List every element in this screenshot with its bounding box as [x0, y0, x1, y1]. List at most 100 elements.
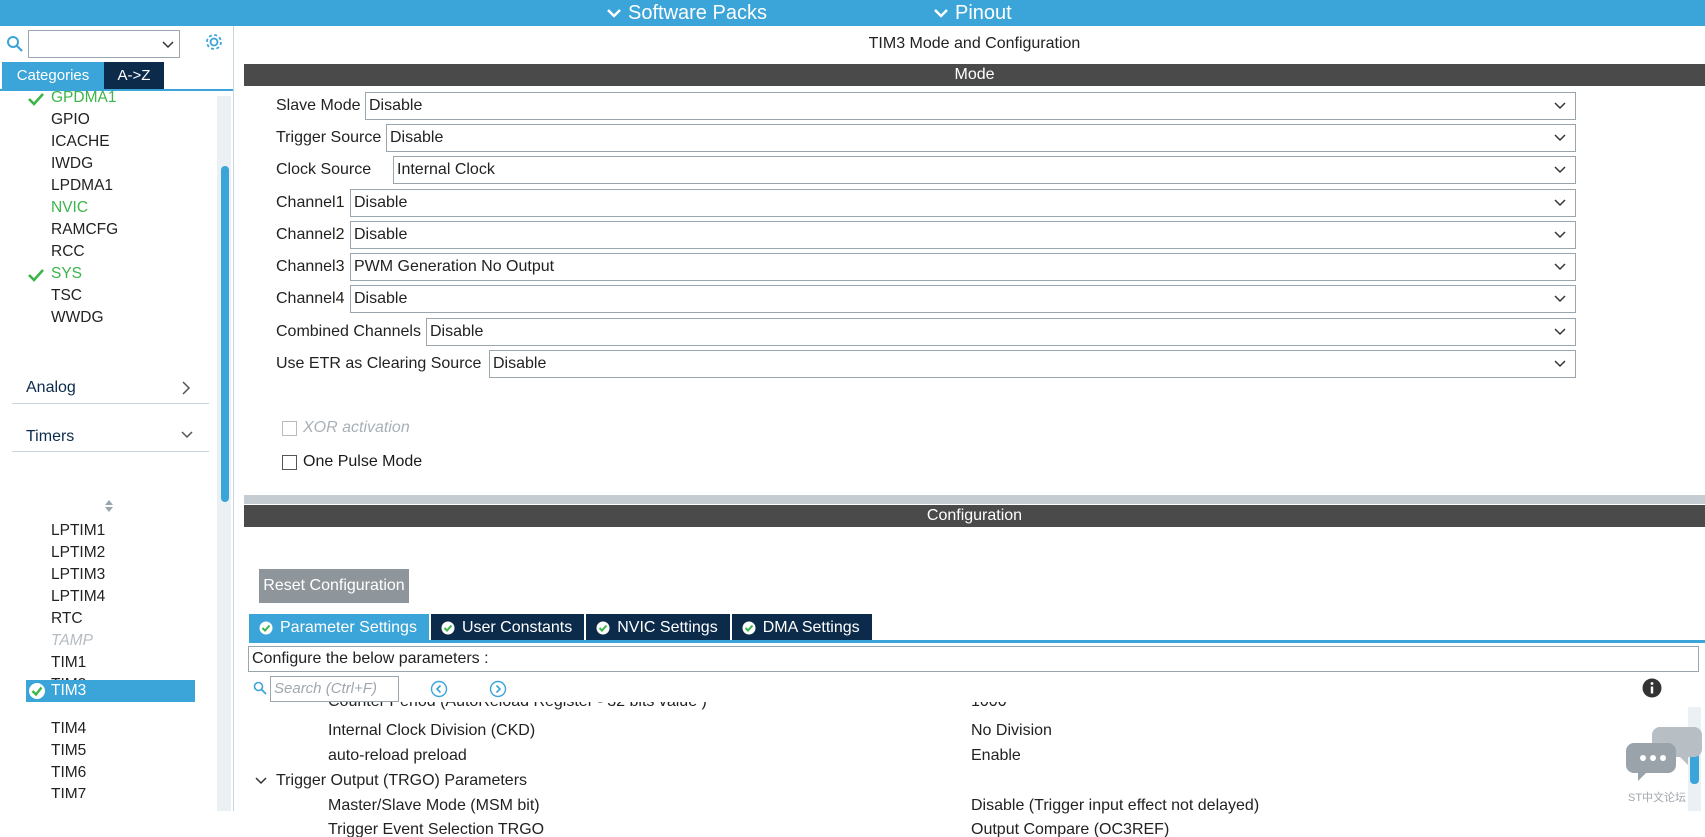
clock-source-value: Internal Clock — [397, 161, 495, 178]
channel3-value: PWM Generation No Output — [354, 258, 555, 275]
trigger-source-select[interactable]: Disable — [386, 124, 1576, 152]
peripheral-item-tsc[interactable]: TSC — [51, 285, 82, 307]
search-icon — [253, 681, 267, 695]
configuration-section-header: Configuration — [244, 505, 1705, 527]
chevron-right-icon[interactable] — [180, 380, 192, 396]
peripheral-item-sys[interactable]: SYS — [51, 263, 82, 285]
clock-source-select[interactable]: Internal Clock — [393, 156, 1576, 184]
chevron-down-icon — [934, 9, 948, 18]
peripheral-search-input[interactable] — [29, 31, 155, 57]
reset-configuration-button[interactable]: Reset Configuration — [259, 569, 409, 603]
channel4-value: Disable — [354, 290, 408, 307]
chevron-down-icon[interactable] — [254, 774, 268, 788]
category-tabs: Categories A->Z — [2, 62, 164, 89]
peripheral-item-lptim1[interactable]: LPTIM1 — [51, 520, 105, 542]
peripheral-item-rtc[interactable]: RTC — [51, 608, 83, 630]
peripheral-item-gpio[interactable]: GPIO — [51, 109, 90, 131]
channel3-select[interactable]: PWM Generation No Output — [350, 253, 1576, 281]
peripheral-item-tim7[interactable]: TIM7 — [51, 784, 86, 798]
slave-mode-value: Disable — [369, 97, 423, 114]
chat-bubble-icon[interactable] — [1626, 727, 1702, 789]
param-group-trgo[interactable]: Trigger Output (TRGO) Parameters — [276, 772, 527, 790]
software-packs-menu[interactable]: Software Packs — [606, 0, 767, 26]
combined-channels-select[interactable]: Disable — [426, 318, 1576, 346]
xor-activation-label: XOR activation — [303, 419, 410, 436]
peripheral-item-lptim4[interactable]: LPTIM4 — [51, 586, 105, 608]
tab-user-constants[interactable]: User Constants — [430, 614, 585, 641]
mode-config-panel: TIM3 Mode and Configuration Mode Slave M… — [244, 26, 1705, 837]
chevron-down-icon — [1554, 199, 1566, 207]
check-icon — [28, 269, 44, 282]
group-timers[interactable]: Timers — [26, 428, 74, 446]
search-icon — [7, 36, 23, 52]
check-circle-icon — [596, 621, 610, 634]
param-value-trgo-sel[interactable]: Output Compare (OC3REF) — [971, 821, 1169, 837]
channel4-select[interactable]: Disable — [350, 285, 1576, 313]
watermark-text: ST中文论坛 — [1628, 792, 1687, 804]
trigger-source-label: Trigger Source — [276, 129, 382, 146]
gear-icon[interactable] — [203, 31, 225, 53]
channel1-select[interactable]: Disable — [350, 189, 1576, 217]
mode-section-header: Mode — [244, 64, 1705, 86]
tab-label: NVIC Settings — [617, 618, 718, 636]
peripheral-item-tim1[interactable]: TIM1 — [51, 652, 86, 674]
peripheral-item-wwdg[interactable]: WWDG — [51, 307, 104, 329]
tab-parameter-settings[interactable]: Parameter Settings — [249, 614, 429, 641]
param-name-counter-period: Counter Period (AutoReload Register - 32… — [328, 702, 707, 711]
group-analog[interactable]: Analog — [26, 379, 76, 397]
divider — [12, 403, 209, 404]
peripheral-item-lptim3[interactable]: LPTIM3 — [51, 564, 105, 586]
peripheral-item-gpdma1[interactable]: GPDMA1 — [51, 87, 116, 109]
pinout-menu[interactable]: Pinout — [933, 0, 1012, 26]
peripheral-item-icache[interactable]: ICACHE — [51, 131, 110, 153]
previous-match-icon[interactable] — [430, 680, 448, 698]
channel2-label: Channel2 — [276, 226, 345, 243]
pinout-label: Pinout — [955, 1, 1012, 24]
slave-mode-row: Slave Mode — [276, 92, 361, 120]
slave-mode-select[interactable]: Disable — [365, 92, 1576, 120]
peripheral-item-tim5[interactable]: TIM5 — [51, 740, 86, 762]
xor-activation-checkbox[interactable]: XOR activation — [282, 419, 410, 437]
sort-icon[interactable] — [104, 499, 114, 513]
param-value-counter-period[interactable]: 1000 — [971, 702, 1007, 711]
chevron-down-icon — [1554, 328, 1566, 336]
param-value-preload[interactable]: Enable — [971, 747, 1021, 765]
one-pulse-mode-checkbox[interactable]: One Pulse Mode — [282, 453, 422, 471]
peripheral-item-nvic[interactable]: NVIC — [51, 197, 88, 219]
param-value-msm[interactable]: Disable (Trigger input effect not delaye… — [971, 797, 1259, 815]
chevron-down-icon[interactable] — [161, 36, 175, 52]
peripheral-item-ramcfg[interactable]: RAMCFG — [51, 219, 118, 241]
chevron-down-icon[interactable] — [180, 428, 194, 442]
peripheral-item-tamp[interactable]: TAMP — [51, 630, 93, 652]
check-circle-icon — [441, 621, 455, 634]
tab-a-z[interactable]: A->Z — [104, 62, 164, 89]
section-divider[interactable] — [244, 495, 1705, 504]
checkbox-box[interactable] — [282, 420, 297, 436]
next-match-icon[interactable] — [489, 680, 507, 698]
peripheral-item-lpdma1[interactable]: LPDMA1 — [51, 175, 113, 197]
tab-categories[interactable]: Categories — [2, 62, 104, 89]
peripheral-item-tim4[interactable]: TIM4 — [51, 718, 86, 740]
scrollbar-thumb[interactable] — [221, 166, 229, 502]
clock-source-row: Clock Source — [276, 156, 371, 184]
parameter-search-input[interactable]: Search (Ctrl+F) — [270, 676, 399, 702]
peripheral-item-rcc[interactable]: RCC — [51, 241, 85, 263]
info-icon[interactable] — [1642, 678, 1662, 698]
peripheral-search-combo[interactable] — [28, 30, 180, 58]
channel4-label: Channel4 — [276, 290, 345, 307]
peripheral-item-lptim2[interactable]: LPTIM2 — [51, 542, 105, 564]
check-icon — [28, 93, 44, 106]
peripheral-item-iwdg[interactable]: IWDG — [51, 153, 93, 175]
peripheral-item-tim6[interactable]: TIM6 — [51, 762, 86, 784]
param-value-ckd[interactable]: No Division — [971, 722, 1052, 740]
peripheral-item-tim3-selected[interactable]: TIM3 — [26, 680, 195, 702]
tab-nvic-settings[interactable]: NVIC Settings — [586, 614, 730, 641]
channel1-row: Channel1 — [276, 189, 345, 217]
check-circle-icon — [29, 683, 45, 699]
tab-dma-settings[interactable]: DMA Settings — [731, 614, 872, 641]
chevron-down-icon — [1554, 360, 1566, 368]
checkbox-box[interactable] — [282, 454, 297, 470]
etr-select[interactable]: Disable — [489, 350, 1576, 378]
channel2-select[interactable]: Disable — [350, 221, 1576, 249]
combined-channels-row: Combined Channels — [276, 318, 421, 346]
